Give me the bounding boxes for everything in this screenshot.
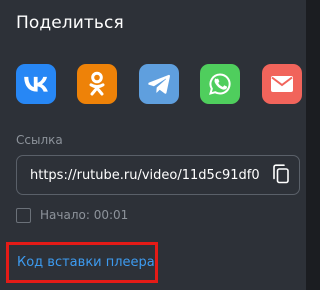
- copy-icon: [272, 164, 290, 188]
- link-label: Ссылка: [16, 133, 63, 147]
- start-time-checkbox[interactable]: [16, 207, 31, 223]
- share-link-field[interactable]: https://rutube.ru/video/11d5c91df050: [16, 155, 300, 195]
- share-whatsapp-button[interactable]: [200, 64, 240, 104]
- whatsapp-icon: [208, 72, 232, 96]
- odnoklassniki-icon: [88, 71, 106, 97]
- start-time-label: Начало: 00:01: [40, 208, 129, 222]
- start-time-row: Начало: 00:01: [16, 206, 128, 224]
- share-link-url[interactable]: https://rutube.ru/video/11d5c91df050: [30, 167, 259, 185]
- share-telegram-button[interactable]: [139, 64, 179, 104]
- vk-icon: [24, 76, 48, 92]
- share-odnoklassniki-button[interactable]: [77, 64, 117, 104]
- mail-icon: [271, 76, 293, 92]
- telegram-icon: [147, 74, 171, 94]
- embed-code-highlight: Код вставки плеера: [6, 242, 158, 283]
- embed-code-link[interactable]: Код вставки плеера: [17, 255, 155, 270]
- share-panel: Поделиться Ссылка https://rutube.ru/vide…: [0, 0, 306, 290]
- copy-link-button[interactable]: [270, 164, 292, 188]
- share-vk-button[interactable]: [16, 64, 56, 104]
- share-buttons-row: [16, 64, 306, 104]
- share-title: Поделиться: [16, 13, 124, 33]
- share-email-button[interactable]: [262, 64, 302, 104]
